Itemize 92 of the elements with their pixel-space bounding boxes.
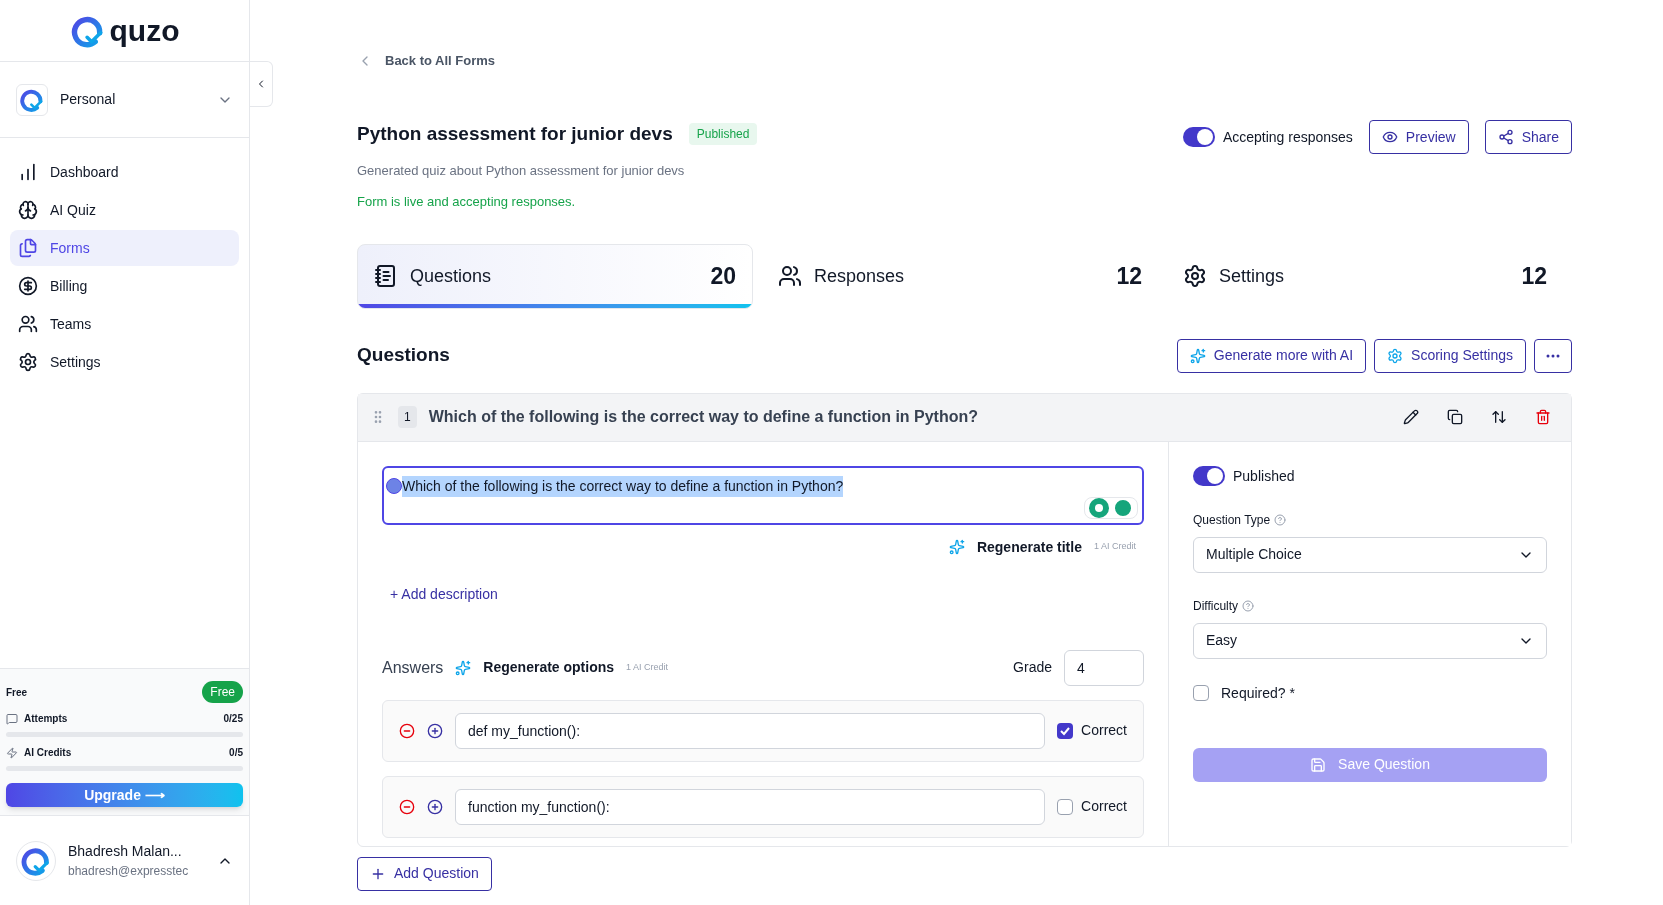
add-description-link[interactable]: + Add description [390, 583, 498, 605]
help-icon [1274, 513, 1287, 526]
dollar-icon [18, 276, 38, 296]
more-icon [1546, 353, 1560, 358]
workspace-selector[interactable]: Personal [16, 83, 233, 116]
sidebar-item[interactable]: Settings [10, 344, 239, 380]
sparkles-icon [455, 659, 472, 676]
upgrade-button[interactable]: Upgrade ⟶ [6, 783, 243, 807]
question-title-text: Which of the following is the correct way to define a function in Python? [402, 475, 844, 497]
form-title: Python assessment for junior devs [357, 122, 673, 146]
sidebar-item[interactable]: Teams [10, 306, 239, 342]
answers-label: Answers [382, 657, 444, 678]
required-label: Required? * [1221, 683, 1295, 703]
edit-icon[interactable] [1403, 409, 1419, 425]
usage-label: AI Credits [24, 746, 73, 760]
correct-label: Correct [1081, 721, 1127, 740]
copy-icon[interactable] [1447, 409, 1463, 425]
back-link[interactable]: Back to All Forms [357, 50, 1572, 72]
sparkles-icon [1189, 347, 1206, 364]
question-title-field[interactable]: Which of the following is the correct way to define a function in Python? [382, 465, 1144, 525]
sidebar-item[interactable]: Dashboard [10, 154, 239, 190]
section-heading: Questions [357, 343, 450, 368]
brand-name: quzo [109, 13, 180, 49]
selection-handle-icon[interactable] [386, 477, 402, 494]
section-button[interactable]: Scoring Settings [1374, 338, 1526, 373]
user-name: Bhadresh Malan... [68, 842, 183, 861]
credit-note: 1 AI Credit [626, 660, 670, 674]
sidebar-item[interactable]: Billing [10, 268, 239, 304]
chart-icon [18, 162, 38, 182]
reorder-icon[interactable] [1491, 409, 1507, 425]
settings-icon [1387, 347, 1404, 364]
question-type-select[interactable]: Multiple Choice [1193, 536, 1547, 573]
sidebar-item[interactable]: Forms [10, 230, 239, 266]
required-checkbox[interactable] [1193, 685, 1209, 701]
bulb-icon[interactable] [1089, 497, 1109, 518]
grade-field[interactable]: 4 [1064, 649, 1144, 686]
remove-icon[interactable] [399, 798, 415, 815]
status-badge: Published [688, 123, 758, 146]
accepting-toggle[interactable] [1182, 127, 1215, 147]
difficulty-select[interactable]: Easy [1193, 622, 1547, 659]
settings-icon [1183, 264, 1207, 288]
toggle-label: Published [1233, 466, 1295, 486]
regenerate-title-button[interactable]: Regenerate title [976, 536, 1082, 558]
section-button[interactable]: Generate more with AI [1176, 338, 1367, 373]
user-email: bhadresh@expresstec [68, 863, 190, 880]
plan-badge: Free [202, 681, 243, 703]
form-description: Generated quiz about Python assessment for junior devs [357, 161, 686, 180]
correct-checkbox[interactable] [1057, 722, 1074, 739]
correct-label: Correct [1081, 797, 1127, 816]
message-icon [6, 712, 18, 725]
brain-icon [18, 200, 38, 220]
save-icon [1310, 756, 1327, 773]
add-icon[interactable] [427, 722, 443, 739]
sidebar-item[interactable]: AI Quiz [10, 192, 239, 228]
published-toggle[interactable] [1193, 466, 1225, 486]
assistant-icon[interactable] [1113, 497, 1133, 518]
users-icon [18, 314, 38, 334]
tab[interactable]: Settings 12 [1167, 243, 1563, 309]
add-question-button[interactable]: Add Question [357, 856, 492, 891]
more-button[interactable] [1534, 338, 1572, 373]
files-icon [18, 238, 38, 258]
remove-icon[interactable] [399, 722, 415, 739]
tab[interactable]: Responses 12 [762, 243, 1158, 309]
header-button[interactable]: Share [1484, 120, 1572, 154]
live-status-text: Form is live and accepting responses. [357, 193, 577, 211]
usage-reading: 0/5 [229, 746, 243, 760]
sparkles-icon [948, 539, 965, 555]
answer-field[interactable]: function my_function(): [455, 788, 1046, 825]
usage-label: Attempts [24, 712, 69, 726]
credit-note: 1 AI Credit [1093, 540, 1136, 554]
help-icon [1242, 599, 1255, 612]
header-button[interactable]: Preview [1368, 120, 1469, 154]
question-number: 1 [398, 406, 417, 428]
eye-icon [1381, 129, 1398, 145]
usage-reading: 0/25 [223, 712, 243, 726]
lightning-icon [6, 746, 18, 759]
add-icon[interactable] [427, 798, 443, 815]
tab[interactable]: Questions 20 [357, 243, 753, 309]
question-title: Which of the following is the correct way to define a function in Python? [428, 407, 980, 427]
grade-label: Grade [1013, 658, 1052, 677]
toggle-label: Accepting responses [1222, 127, 1353, 147]
field-label: Question Type [1193, 511, 1271, 529]
correct-checkbox[interactable] [1057, 798, 1074, 815]
regenerate-options-button[interactable]: Regenerate options [483, 657, 615, 678]
plan-name: Free [6, 685, 28, 700]
users-icon [778, 264, 802, 288]
delete-icon[interactable] [1535, 409, 1551, 425]
notebook-icon [374, 264, 398, 288]
answer-field[interactable]: def my_function(): [455, 712, 1046, 749]
field-label: Difficulty [1193, 597, 1239, 615]
share-icon [1497, 129, 1514, 145]
settings-icon [18, 352, 38, 372]
